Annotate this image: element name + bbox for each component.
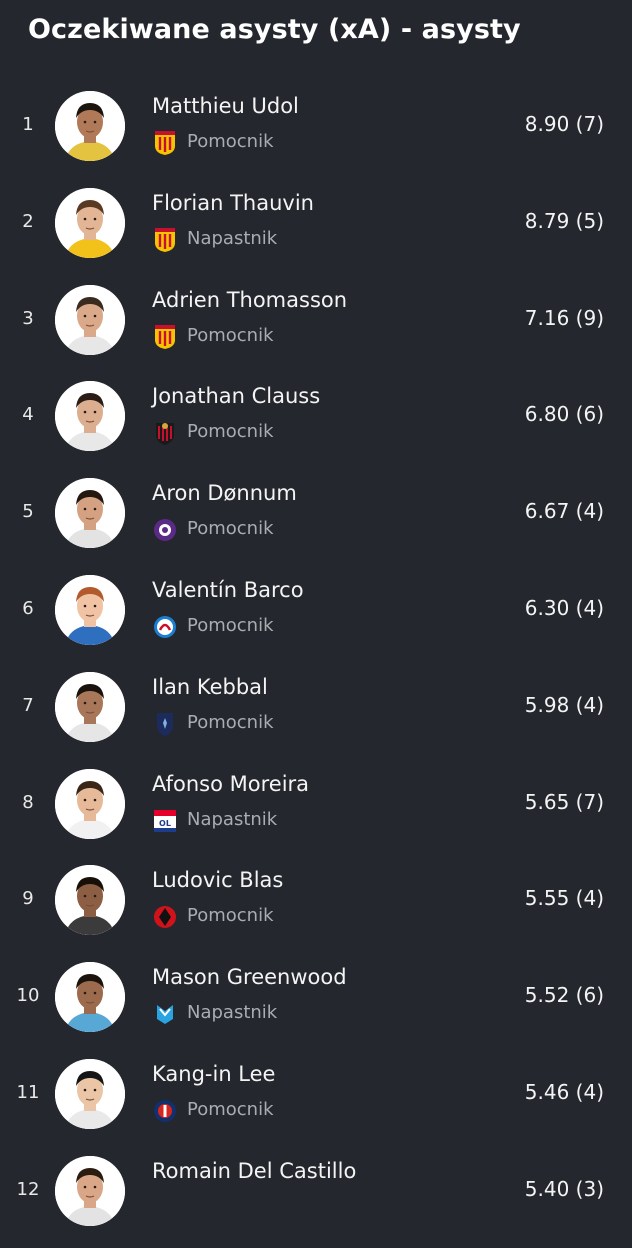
- player-avatar[interactable]: [55, 91, 125, 161]
- player-row[interactable]: 9 Ludovic Blas Pomocnik 5.55 (4): [0, 860, 632, 957]
- player-rank: 4: [22, 404, 34, 426]
- player-list: 1 Matthieu Udol Pomocnik 8.90 (7) 2 Florian…: [0, 86, 632, 1248]
- player-position: Pomocnik: [187, 518, 274, 540]
- player-row[interactable]: 1 Matthieu Udol Pomocnik 8.90 (7): [0, 86, 632, 183]
- player-position: Pomocnik: [187, 131, 274, 152]
- player-avatar[interactable]: [55, 187, 125, 258]
- player-xa-value: 6.67 (4): [524, 499, 604, 524]
- player-rank: 1: [22, 114, 34, 135]
- player-avatar[interactable]: [55, 1058, 125, 1129]
- player-xa-value: 7.16 (9): [524, 305, 604, 330]
- player-row[interactable]: 2 Florian Thauvin Napastnik 8.79 (5): [0, 183, 632, 280]
- player-avatar[interactable]: [55, 865, 125, 936]
- toulouse-crest-icon: [153, 517, 177, 543]
- player-name[interactable]: Afonso Moreira: [152, 772, 309, 796]
- player-row[interactable]: 7 Ilan Kebbal Pomocnik 5.98 (4): [0, 667, 632, 764]
- player-xa-value: 8.79 (5): [524, 208, 604, 233]
- player-rank: 7: [22, 694, 34, 716]
- player-position: Pomocnik: [187, 421, 274, 443]
- player-rank: 5: [22, 501, 34, 523]
- player-position: Pomocnik: [187, 614, 274, 636]
- player-name[interactable]: Kang-in Lee: [152, 1062, 275, 1086]
- player-xa-value: 5.52 (6): [524, 983, 604, 1008]
- player-name[interactable]: Adrien Thomasson: [152, 288, 347, 312]
- player-position: Pomocnik: [187, 905, 274, 927]
- player-xa-value: 6.80 (6): [524, 402, 604, 427]
- player-name[interactable]: Valentín Barco: [152, 578, 304, 602]
- player-xa-value: 5.65 (7): [524, 789, 604, 814]
- player-xa-value: 5.98 (4): [524, 692, 604, 717]
- player-xa-value: 5.46 (4): [524, 1079, 604, 1104]
- olympique-marseille-crest-icon: [153, 1001, 177, 1027]
- strasbourg-crest-icon: [153, 614, 177, 640]
- psg-crest-icon: [153, 1098, 177, 1124]
- player-name[interactable]: Mason Greenwood: [152, 965, 347, 989]
- player-rank: 10: [16, 985, 40, 1007]
- player-row[interactable]: 8 Afonso Moreira OL Napastnik 5.65 (7): [0, 764, 632, 861]
- player-name[interactable]: Ilan Kebbal: [152, 675, 268, 699]
- svg-text:OL: OL: [159, 819, 171, 828]
- player-xa-value: 5.55 (4): [524, 886, 604, 911]
- player-rank: 11: [16, 1081, 40, 1103]
- player-name[interactable]: Jonathan Clauss: [152, 384, 320, 408]
- player-position: Pomocnik: [187, 1098, 274, 1120]
- player-avatar[interactable]: [55, 478, 125, 549]
- player-rank: 3: [22, 307, 34, 329]
- player-position: Pomocnik: [187, 324, 274, 346]
- player-rank: 6: [22, 597, 34, 619]
- player-avatar[interactable]: [55, 768, 125, 839]
- player-rank: 9: [22, 888, 34, 910]
- player-row[interactable]: 4 Jonathan Clauss Pomocnik 6.80 (6): [0, 376, 632, 473]
- player-rank: 8: [22, 791, 34, 813]
- player-avatar[interactable]: [55, 574, 125, 645]
- rc-lens-crest-icon: [153, 227, 177, 253]
- player-name[interactable]: Matthieu Udol: [152, 94, 299, 118]
- player-name[interactable]: Ludovic Blas: [152, 868, 283, 892]
- player-avatar[interactable]: [55, 671, 125, 742]
- ogc-nice-crest-icon: [153, 420, 177, 446]
- player-position: Napastnik: [187, 227, 278, 249]
- player-position: Napastnik: [187, 808, 278, 830]
- player-row[interactable]: 6 Valentín Barco Pomocnik 6.30 (4): [0, 570, 632, 667]
- player-avatar[interactable]: [55, 381, 125, 452]
- player-position: Napastnik: [187, 1002, 278, 1024]
- player-xa-value: 6.30 (4): [524, 595, 604, 620]
- player-rank: 12: [16, 1178, 40, 1200]
- player-row[interactable]: 11 Kang-in Lee Pomocnik 5.46 (4): [0, 1054, 632, 1151]
- player-name[interactable]: Aron Dønnum: [152, 481, 297, 505]
- page-title: Oczekiwane asysty (xA) - asysty: [28, 14, 521, 45]
- player-position: Pomocnik: [187, 711, 274, 733]
- player-name[interactable]: Florian Thauvin: [152, 191, 314, 215]
- player-xa-value: 8.90 (7): [524, 112, 604, 136]
- player-row[interactable]: 3 Adrien Thomasson Pomocnik 7.16 (9): [0, 280, 632, 377]
- rc-lens-crest-icon: [153, 324, 177, 350]
- player-name[interactable]: Romain Del Castillo: [152, 1159, 356, 1183]
- stade-rennais-crest-icon: [153, 904, 177, 930]
- player-avatar[interactable]: [55, 1155, 125, 1226]
- player-xa-value: 5.40 (3): [524, 1176, 604, 1201]
- player-rank: 2: [22, 210, 34, 232]
- player-row[interactable]: 5 Aron Dønnum Pomocnik 6.67 (4): [0, 473, 632, 570]
- olympique-lyonnais-crest-icon: OL: [153, 808, 177, 834]
- player-row[interactable]: 12 Romain Del Castillo 5.40 (3): [0, 1151, 632, 1248]
- paris-fc-crest-icon: [153, 711, 177, 737]
- player-avatar[interactable]: [55, 284, 125, 355]
- rc-lens-crest-icon: [153, 130, 177, 156]
- player-avatar[interactable]: [55, 962, 125, 1033]
- player-row[interactable]: 10 Mason Greenwood Napastnik 5.52 (6): [0, 957, 632, 1054]
